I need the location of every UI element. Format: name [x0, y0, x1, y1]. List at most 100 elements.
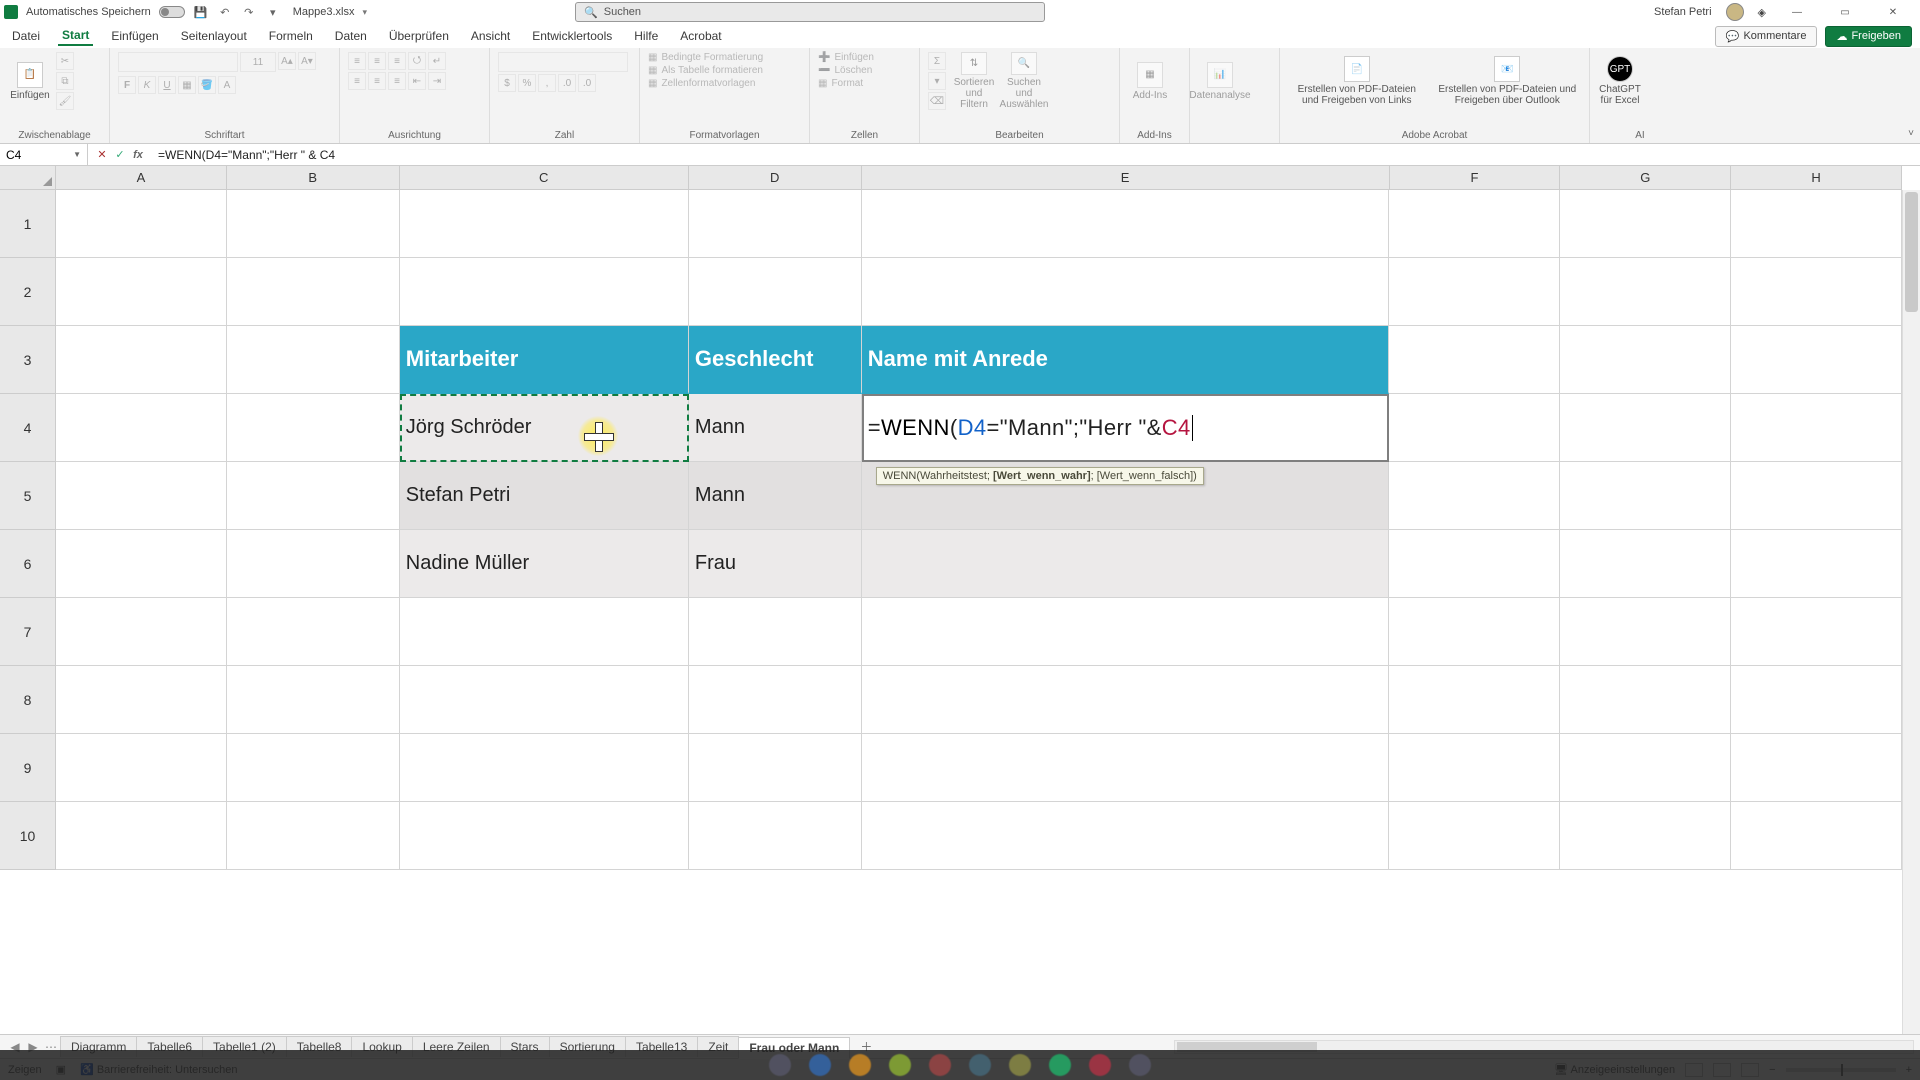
copy-icon[interactable]: ⧉ [56, 72, 74, 90]
cell-c9[interactable] [400, 734, 689, 802]
tab-formeln[interactable]: Formeln [265, 27, 317, 45]
cell-e9[interactable] [862, 734, 1389, 802]
cell-g7[interactable] [1560, 598, 1731, 666]
cell-c4[interactable]: Jörg Schröder [400, 394, 689, 462]
cells-delete[interactable]: ➖ Löschen [818, 65, 911, 76]
chatgpt-button[interactable]: GPTChatGPT für Excel [1598, 52, 1642, 110]
col-header-g[interactable]: G [1560, 166, 1731, 190]
col-header-d[interactable]: D [689, 166, 862, 190]
bold-icon[interactable]: F [118, 76, 136, 94]
format-as-table[interactable]: ▦ Als Tabelle formatieren [648, 65, 801, 76]
decrease-indent-icon[interactable]: ⇤ [408, 72, 426, 90]
tab-ueberpruefen[interactable]: Überprüfen [385, 27, 453, 45]
cell-g3[interactable] [1560, 326, 1731, 394]
cell-e8[interactable] [862, 666, 1389, 734]
cell-h3[interactable] [1731, 326, 1902, 394]
cell-c6[interactable]: Nadine Müller [400, 530, 689, 598]
cell-e1[interactable] [862, 190, 1389, 258]
underline-icon[interactable]: U [158, 76, 176, 94]
cell-h4[interactable] [1731, 394, 1902, 462]
formula-cancel-icon[interactable]: ✕ [94, 148, 110, 161]
search-box[interactable]: 🔍 Suchen [575, 2, 1045, 22]
autosave-toggle[interactable] [159, 6, 185, 18]
share-button[interactable]: ☁ Freigeben [1825, 26, 1912, 47]
cell-f1[interactable] [1389, 190, 1560, 258]
row-header-4[interactable]: 4 [0, 394, 56, 462]
cell-d3[interactable]: Geschlecht [689, 326, 862, 394]
cut-icon[interactable]: ✂ [56, 52, 74, 70]
tab-datei[interactable]: Datei [8, 27, 44, 45]
taskbar-app-icon[interactable] [889, 1054, 911, 1076]
cell-g10[interactable] [1560, 802, 1731, 870]
number-format-combo[interactable] [498, 52, 628, 72]
row-header-2[interactable]: 2 [0, 258, 56, 326]
cell-d4[interactable]: Mann [689, 394, 862, 462]
cell-a3[interactable] [56, 326, 227, 394]
cell-b9[interactable] [227, 734, 400, 802]
format-painter-icon[interactable]: 🖌 [56, 92, 74, 110]
window-minimize-icon[interactable]: — [1780, 0, 1814, 24]
cell-h6[interactable] [1731, 530, 1902, 598]
cell-d8[interactable] [689, 666, 862, 734]
select-all-triangle[interactable] [0, 166, 56, 190]
cell-f10[interactable] [1389, 802, 1560, 870]
taskbar-app-icon[interactable] [1129, 1054, 1151, 1076]
cell-f8[interactable] [1389, 666, 1560, 734]
tab-ansicht[interactable]: Ansicht [467, 27, 514, 45]
wrap-text-icon[interactable]: ↵ [428, 52, 446, 70]
name-box[interactable]: C4 ▼ [0, 144, 88, 166]
formula-tooltip[interactable]: WENN(Wahrheitstest; [Wert_wenn_wahr]; [W… [876, 467, 1204, 485]
tab-entwicklertools[interactable]: Entwicklertools [528, 27, 616, 45]
border-icon[interactable]: ▦ [178, 76, 196, 94]
cell-g9[interactable] [1560, 734, 1731, 802]
decrease-decimal-icon[interactable]: .0 [578, 74, 596, 92]
document-name[interactable]: Mappe3.xlsx [293, 6, 355, 18]
cell-b1[interactable] [227, 190, 400, 258]
align-center-icon[interactable]: ≡ [368, 72, 386, 90]
row-header-3[interactable]: 3 [0, 326, 56, 394]
tab-daten[interactable]: Daten [331, 27, 371, 45]
cell-a6[interactable] [56, 530, 227, 598]
cell-b7[interactable] [227, 598, 400, 666]
cell-f9[interactable] [1389, 734, 1560, 802]
cells-format[interactable]: ▦ Format [818, 78, 911, 89]
vertical-scroll-thumb[interactable] [1905, 192, 1918, 312]
taskbar-app-icon[interactable] [769, 1054, 791, 1076]
col-header-c[interactable]: C [400, 166, 689, 190]
cell-e10[interactable] [862, 802, 1389, 870]
row-header-10[interactable]: 10 [0, 802, 56, 870]
comma-icon[interactable]: , [538, 74, 556, 92]
pdf-share-outlook-button[interactable]: 📧Erstellen von PDF-Dateien und Freigeben… [1434, 52, 1581, 110]
cell-f5[interactable] [1389, 462, 1560, 530]
cell-b4[interactable] [227, 394, 400, 462]
cell-g6[interactable] [1560, 530, 1731, 598]
cell-a9[interactable] [56, 734, 227, 802]
cell-d9[interactable] [689, 734, 862, 802]
cell-h9[interactable] [1731, 734, 1902, 802]
taskbar-app-icon[interactable] [809, 1054, 831, 1076]
sort-filter-button[interactable]: ⇅Sortieren und Filtern [952, 52, 996, 110]
cell-h5[interactable] [1731, 462, 1902, 530]
taskbar-app-icon[interactable] [969, 1054, 991, 1076]
doc-name-dropdown-icon[interactable]: ▾ [363, 7, 368, 18]
col-header-e[interactable]: E [862, 166, 1390, 190]
percent-icon[interactable]: % [518, 74, 536, 92]
taskbar-app-icon[interactable] [929, 1054, 951, 1076]
cell-a7[interactable] [56, 598, 227, 666]
cell-h10[interactable] [1731, 802, 1902, 870]
align-left-icon[interactable]: ≡ [348, 72, 366, 90]
cell-b5[interactable] [227, 462, 400, 530]
cell-a2[interactable] [56, 258, 227, 326]
cell-c8[interactable] [400, 666, 689, 734]
increase-indent-icon[interactable]: ⇥ [428, 72, 446, 90]
orientation-icon[interactable]: ⭯ [408, 52, 426, 70]
window-restore-icon[interactable]: ▭ [1828, 0, 1862, 24]
col-header-b[interactable]: B [227, 166, 400, 190]
cell-e6[interactable] [862, 530, 1389, 598]
cell-d6[interactable]: Frau [689, 530, 862, 598]
analyze-data-button[interactable]: 📊Datenanalyse [1198, 52, 1242, 110]
cell-b8[interactable] [227, 666, 400, 734]
taskbar-app-icon[interactable] [1089, 1054, 1111, 1076]
cell-b2[interactable] [227, 258, 400, 326]
vertical-scrollbar[interactable] [1902, 190, 1920, 1034]
